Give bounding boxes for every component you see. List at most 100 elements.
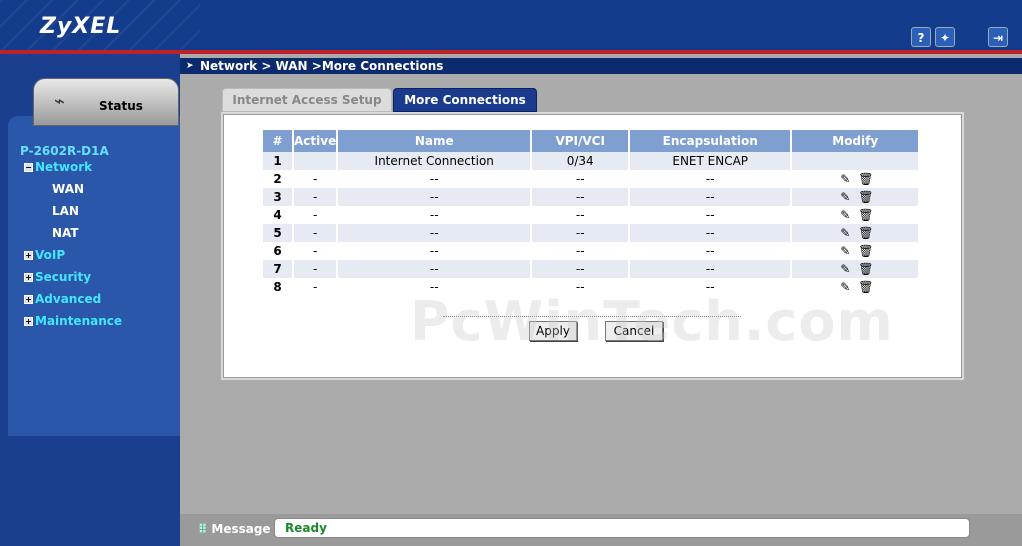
edit-icon[interactable]: ✎	[838, 208, 852, 222]
row-vpi: --	[531, 260, 631, 278]
delete-icon[interactable]: 🗑	[858, 208, 873, 222]
row-modify: ✎ 🗑	[791, 242, 921, 260]
row-num: 7	[263, 260, 294, 278]
row-encap: --	[629, 278, 793, 296]
row-encap: --	[629, 206, 793, 224]
row-name: --	[337, 242, 533, 260]
row-vpi: --	[531, 242, 631, 260]
breadcrumb-text: Network > WAN >More Connections	[200, 59, 444, 73]
row-name: --	[337, 260, 533, 278]
row-num: 3	[263, 188, 294, 206]
table-row: 8 - -- -- -- ✎ 🗑	[263, 278, 921, 296]
edit-icon[interactable]: ✎	[838, 280, 852, 294]
row-num: 5	[263, 224, 294, 242]
row-vpi: --	[531, 206, 631, 224]
table-row: 1 Internet Connection 0/34 ENET ENCAP	[263, 152, 921, 170]
row-modify: ✎ 🗑	[791, 206, 921, 224]
row-active: -	[293, 242, 339, 260]
row-active	[293, 152, 339, 170]
device-model: P-2602R-D1A	[20, 144, 109, 158]
edit-icon[interactable]: ✎	[838, 226, 852, 240]
expand-icon: +	[24, 317, 33, 326]
col-header-vpi: VPI/VCI	[531, 130, 631, 152]
main-content: ➤ Network > WAN >More Connections Intern…	[180, 54, 1022, 514]
delete-icon[interactable]: 🗑	[858, 244, 873, 258]
router-icon: ⌁	[54, 91, 65, 112]
row-name: --	[337, 224, 533, 242]
row-num: 6	[263, 242, 294, 260]
row-vpi: --	[531, 170, 631, 188]
table-row: 6 - -- -- -- ✎ 🗑	[263, 242, 921, 260]
row-vpi: --	[531, 224, 631, 242]
row-name: --	[337, 188, 533, 206]
status-button[interactable]: ⌁ Status	[33, 78, 179, 126]
message-bar: ⠿ Message Ready	[180, 514, 1022, 546]
edit-icon[interactable]: ✎	[838, 172, 852, 186]
breadcrumb: ➤ Network > WAN >More Connections	[180, 58, 1022, 74]
expand-icon: +	[24, 273, 33, 282]
message-label: ⠿ Message	[198, 522, 271, 536]
row-active: -	[293, 224, 339, 242]
edit-icon[interactable]: ✎	[838, 190, 852, 204]
apply-button[interactable]: Apply	[529, 321, 577, 341]
sidebar: ⌁ Status P-2602R-D1A − Network WAN LAN NA…	[0, 54, 180, 546]
row-name: --	[337, 170, 533, 188]
sidebar-item-lan[interactable]: LAN	[52, 204, 79, 218]
logout-icon[interactable]: ⇥	[988, 27, 1008, 47]
table-row: 3 - -- -- -- ✎ 🗑	[263, 188, 921, 206]
row-num: 1	[263, 152, 294, 170]
row-encap: --	[629, 224, 793, 242]
row-encap: --	[629, 242, 793, 260]
row-name: Internet Connection	[337, 152, 533, 170]
row-vpi: --	[531, 278, 631, 296]
connections-table: # Active Name VPI/VCI Encapsulation Modi…	[263, 130, 921, 296]
row-active: -	[293, 206, 339, 224]
delete-icon[interactable]: 🗑	[858, 280, 873, 294]
tab-internet-access-setup[interactable]: Internet Access Setup	[222, 88, 392, 112]
col-header-name: Name	[337, 130, 533, 152]
sidebar-item-maintenance[interactable]: + Maintenance	[24, 314, 122, 328]
delete-icon[interactable]: 🗑	[858, 226, 873, 240]
edit-icon[interactable]: ✎	[838, 244, 852, 258]
table-row: 2 - -- -- -- ✎ 🗑	[263, 170, 921, 188]
expand-icon: +	[24, 251, 33, 260]
sidebar-item-network[interactable]: − Network	[24, 160, 92, 174]
wizard-icon[interactable]: ✦	[935, 27, 955, 47]
row-encap: ENET ENCAP	[629, 152, 793, 170]
col-header-active: Active	[293, 130, 339, 152]
delete-icon[interactable]: 🗑	[858, 262, 873, 276]
row-vpi: 0/34	[531, 152, 631, 170]
table-row: 5 - -- -- -- ✎ 🗑	[263, 224, 921, 242]
zyxel-logo: ZyXEL	[40, 14, 122, 39]
delete-icon[interactable]: 🗑	[858, 190, 873, 204]
sidebar-item-voip[interactable]: + VoIP	[24, 248, 65, 262]
sidebar-item-advanced[interactable]: + Advanced	[24, 292, 101, 306]
divider	[443, 316, 741, 317]
row-num: 8	[263, 278, 294, 296]
col-header-num: #	[263, 130, 294, 152]
sidebar-item-wan[interactable]: WAN	[52, 182, 84, 196]
col-header-modify: Modify	[791, 130, 921, 152]
message-icon: ⠿	[198, 522, 208, 536]
cancel-button[interactable]: Cancel	[605, 321, 663, 341]
sidebar-item-nat[interactable]: NAT	[52, 226, 79, 240]
row-active: -	[293, 278, 339, 296]
row-modify: ✎ 🗑	[791, 170, 921, 188]
row-active: -	[293, 170, 339, 188]
status-label: Status	[99, 99, 143, 113]
help-icon[interactable]: ?	[911, 27, 931, 47]
delete-icon[interactable]: 🗑	[858, 172, 873, 186]
connections-panel: # Active Name VPI/VCI Encapsulation Modi…	[221, 112, 964, 380]
row-active: -	[293, 188, 339, 206]
edit-icon[interactable]: ✎	[838, 262, 852, 276]
row-modify: ✎ 🗑	[791, 188, 921, 206]
message-value: Ready	[274, 518, 970, 538]
row-modify	[791, 152, 921, 170]
row-modify: ✎ 🗑	[791, 278, 921, 296]
sidebar-item-security[interactable]: + Security	[24, 270, 91, 284]
row-modify: ✎ 🗑	[791, 260, 921, 278]
row-vpi: --	[531, 188, 631, 206]
header-bar: ZyXEL ? ✦ ⇥	[0, 0, 1022, 54]
col-header-encap: Encapsulation	[629, 130, 793, 152]
tab-more-connections[interactable]: More Connections	[393, 88, 537, 112]
